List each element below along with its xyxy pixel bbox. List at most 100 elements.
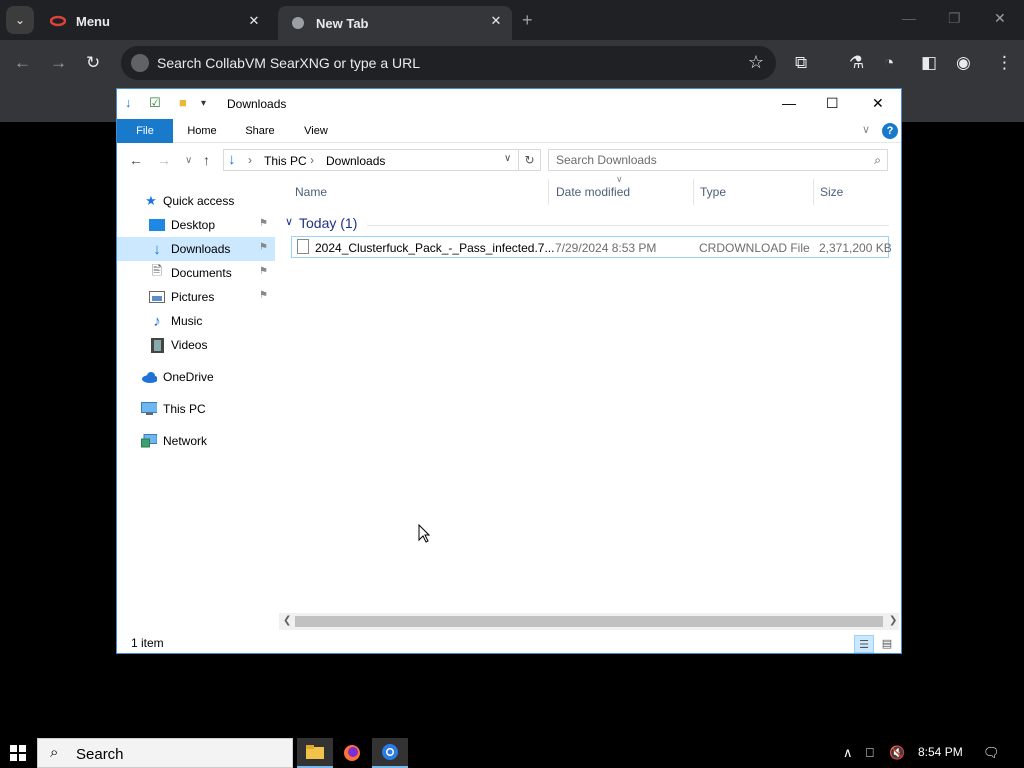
volume-muted-icon[interactable]: 🔇 [889, 745, 905, 761]
taskbar-clock[interactable]: 8:54 PM [918, 745, 963, 759]
close-icon[interactable]: ✕ [872, 95, 884, 112]
large-icons-view-icon[interactable]: ▤ [877, 635, 897, 653]
close-icon[interactable]: ✕ [488, 13, 504, 29]
address-dropdown-icon[interactable]: ∨ [504, 153, 511, 164]
column-header-date[interactable]: Date modified [556, 185, 630, 199]
column-header-size[interactable]: Size [820, 185, 843, 199]
scrollbar-thumb[interactable] [295, 616, 883, 627]
item-count: 1 item [131, 636, 164, 650]
forward-arrow-icon[interactable]: → [50, 53, 67, 73]
breadcrumb-this-pc[interactable]: This PC [264, 154, 307, 168]
taskbar-file-explorer[interactable] [297, 738, 333, 768]
file-size: 2,371,200 KB [819, 241, 892, 255]
notifications-icon[interactable]: 🗨 [983, 745, 1000, 761]
tab-search-button[interactable]: ⌄ [6, 6, 34, 34]
bookmark-star-icon[interactable]: ☆ [748, 52, 764, 73]
labs-flask-icon[interactable]: ⚗ [849, 53, 864, 73]
collapse-group-chevron-icon[interactable]: ∨ [285, 215, 293, 228]
group-header-today[interactable]: Today (1) [299, 215, 357, 231]
refresh-button[interactable]: ↻ [519, 149, 541, 171]
download-arrow-icon: ↓ [125, 95, 132, 110]
new-tab-button[interactable]: + [522, 10, 533, 31]
help-icon[interactable]: ? [882, 123, 898, 139]
maximize-icon[interactable]: ☐ [826, 95, 839, 112]
column-divider[interactable] [693, 179, 694, 205]
file-date-modified: 7/29/2024 8:53 PM [555, 241, 657, 255]
nav-onedrive[interactable]: OneDrive [117, 365, 275, 389]
nav-quick-access[interactable]: ★ Quick access [117, 189, 275, 213]
tab-strip: ⌄ Menu ✕ New Tab ✕ + — ❐ ✕ [0, 0, 1024, 40]
close-icon[interactable]: ✕ [246, 13, 262, 29]
breadcrumb-chevron-icon: › [310, 153, 314, 167]
recent-locations-icon[interactable]: ∨ [185, 155, 192, 166]
nav-network[interactable]: Network [117, 429, 275, 453]
nav-music[interactable]: ♪ Music [117, 309, 275, 333]
nav-desktop[interactable]: Desktop ⚑ [117, 213, 275, 237]
column-header-name[interactable]: Name [295, 185, 327, 199]
group-divider [367, 225, 889, 226]
chrome-icon [382, 744, 398, 760]
omnibox[interactable]: Search CollabVM SearXNG or type a URL ☆ [121, 46, 776, 80]
minimize-icon[interactable]: — [902, 10, 916, 26]
network-tray-icon[interactable]: ⎕ [866, 745, 874, 761]
tab-menu[interactable]: Menu ✕ [38, 6, 270, 36]
file-row[interactable]: 2024_Clusterfuck_Pack_-_Pass_infected.7.… [291, 236, 892, 258]
scroll-right-icon[interactable]: ❯ [889, 615, 897, 626]
globe-icon [290, 15, 306, 31]
file-explorer-window: ↓ ☑ ■ ▾ Downloads — ☐ ✕ File Home Share … [116, 88, 902, 654]
performance-icon[interactable]: ◔ [884, 53, 894, 73]
back-arrow-icon[interactable]: ← [129, 152, 143, 168]
file-icon [297, 239, 309, 254]
status-bar: 1 item ☰ ▤ [117, 633, 901, 653]
tab-new-tab[interactable]: New Tab ✕ [278, 6, 512, 40]
nav-videos[interactable]: Videos [117, 333, 275, 357]
kebab-menu-icon[interactable]: ⋮ [996, 53, 1013, 73]
file-name: 2024_Clusterfuck_Pack_-_Pass_infected.7.… [315, 241, 555, 255]
up-arrow-icon[interactable]: ↑ [203, 152, 210, 168]
ribbon-tab-file[interactable]: File [117, 119, 173, 143]
scroll-left-icon[interactable]: ❮ [283, 615, 291, 626]
column-divider[interactable] [813, 179, 814, 205]
properties-check-icon[interactable]: ☑ [149, 95, 161, 111]
customize-toolbar-icon[interactable]: ▾ [201, 98, 206, 109]
tab-label: Menu [76, 13, 110, 29]
start-button[interactable] [0, 738, 36, 768]
desktop-icon [149, 217, 165, 233]
new-folder-icon[interactable]: ■ [179, 95, 187, 110]
taskbar-firefox[interactable] [334, 738, 370, 768]
ribbon-tab-share[interactable]: Share [235, 119, 285, 143]
music-note-icon: ♪ [153, 312, 161, 330]
minimize-icon[interactable]: — [782, 95, 796, 111]
omnibox-placeholder: Search CollabVM SearXNG or type a URL [157, 55, 420, 71]
breadcrumb-downloads[interactable]: Downloads [326, 154, 385, 168]
ribbon-tab-view[interactable]: View [291, 119, 341, 143]
forward-arrow-icon[interactable]: → [157, 152, 171, 168]
horizontal-scrollbar[interactable]: ❮ ❯ [279, 613, 899, 630]
back-arrow-icon[interactable]: ← [14, 53, 31, 73]
address-bar[interactable]: ↓ › This PC › Downloads ∨ [223, 149, 519, 171]
nav-documents[interactable]: 🖹 Documents ⚑ [117, 261, 275, 285]
nav-downloads[interactable]: ↓ Downloads ⚑ [117, 237, 275, 261]
restore-icon[interactable]: ❐ [948, 10, 961, 27]
search-input[interactable] [549, 150, 859, 170]
column-divider[interactable] [548, 179, 549, 205]
search-box[interactable]: ⌕ [548, 149, 888, 171]
download-arrow-icon: ↓ [228, 151, 236, 168]
extensions-icon[interactable]: ⧉ [795, 53, 807, 73]
details-view-icon[interactable]: ☰ [854, 635, 874, 653]
expand-ribbon-chevron-icon[interactable]: ∨ [862, 123, 870, 136]
nav-this-pc[interactable]: This PC [117, 397, 275, 421]
close-window-icon[interactable]: ✕ [994, 10, 1006, 27]
mouse-cursor-icon [418, 523, 431, 548]
folder-icon [306, 745, 324, 759]
cloud-icon [141, 369, 157, 385]
nav-pictures[interactable]: Pictures ⚑ [117, 285, 275, 309]
tray-overflow-chevron-icon[interactable]: ∧ [843, 745, 853, 761]
taskbar-chrome[interactable] [372, 738, 408, 768]
taskbar-search-box[interactable]: ⌕ Search [37, 738, 293, 768]
column-header-type[interactable]: Type [700, 185, 726, 199]
profile-avatar-icon[interactable]: ◉ [956, 53, 971, 73]
ribbon-tab-home[interactable]: Home [177, 119, 227, 143]
side-panel-icon[interactable]: ◧ [921, 53, 937, 73]
reload-icon[interactable]: ↻ [86, 53, 100, 73]
